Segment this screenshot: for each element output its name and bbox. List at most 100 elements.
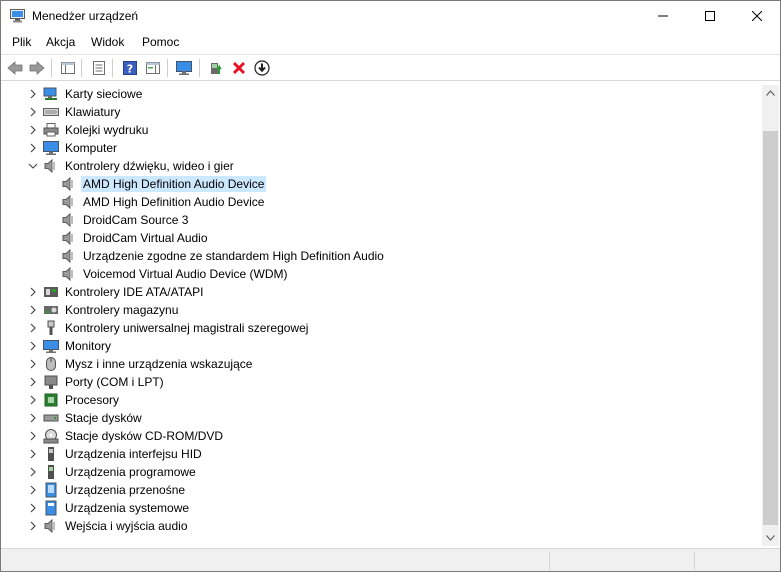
tree-device-item[interactable]: Urządzenie zgodne ze standardem High Def… bbox=[81, 248, 386, 264]
action-pane-icon bbox=[146, 62, 160, 74]
chevron-right-icon[interactable] bbox=[27, 340, 39, 352]
speaker-icon bbox=[62, 212, 73, 228]
tree-category-item[interactable]: Mysz i inne urządzenia wskazujące bbox=[63, 356, 254, 372]
menu-file[interactable]: Plik bbox=[12, 35, 31, 49]
chevron-right-icon[interactable] bbox=[27, 412, 39, 424]
chevron-down-icon[interactable] bbox=[27, 160, 39, 172]
status-bar bbox=[1, 548, 780, 571]
back-button[interactable] bbox=[5, 58, 25, 78]
tree-category-item[interactable]: Klawiatury bbox=[63, 104, 122, 120]
help-icon: ? bbox=[123, 61, 137, 76]
tree-category-item[interactable]: Kontrolery dźwięku, wideo i gier bbox=[63, 158, 236, 174]
tree-category-item[interactable]: Karty sieciowe bbox=[63, 86, 144, 102]
chevron-right-icon[interactable] bbox=[27, 394, 39, 406]
menu-bar: Plik Akcja Widok Pomoc bbox=[1, 32, 780, 54]
update-driver-button[interactable] bbox=[206, 58, 226, 78]
tree-device-item[interactable]: AMD High Definition Audio Device bbox=[81, 176, 267, 192]
remove-x-icon bbox=[232, 61, 246, 75]
tree-category-item[interactable]: Kontrolery magazynu bbox=[63, 302, 180, 318]
chevron-right-icon[interactable] bbox=[27, 448, 39, 460]
status-divider bbox=[694, 552, 695, 570]
tree-category-item[interactable]: Urządzenia programowe bbox=[63, 464, 198, 480]
device-manager-window: Menedżer urządzeń Plik Akcja Widok Pomoc bbox=[0, 0, 781, 572]
chevron-right-icon[interactable] bbox=[27, 376, 39, 388]
chevron-right-icon[interactable] bbox=[27, 430, 39, 442]
maximize-button[interactable] bbox=[687, 1, 733, 31]
audio-io-icon bbox=[44, 518, 55, 534]
tree-category-item[interactable]: Urządzenia interfejsu HID bbox=[63, 446, 204, 462]
scroll-down-icon[interactable] bbox=[766, 535, 775, 541]
tree-device-item[interactable]: AMD High Definition Audio Device bbox=[81, 194, 266, 210]
help-button[interactable]: ? bbox=[120, 58, 140, 78]
chevron-right-icon[interactable] bbox=[27, 106, 39, 118]
minimize-icon bbox=[658, 15, 668, 17]
software-device-icon bbox=[48, 465, 54, 479]
vertical-scrollbar[interactable] bbox=[762, 85, 779, 546]
menu-view[interactable]: Widok bbox=[91, 35, 124, 49]
properties-icon bbox=[93, 61, 105, 75]
forward-arrow-icon bbox=[29, 61, 45, 75]
monitor-icon bbox=[43, 340, 59, 353]
tree-category-item[interactable]: Urządzenia przenośne bbox=[63, 482, 187, 498]
portable-device-icon bbox=[45, 482, 57, 498]
chevron-right-icon[interactable] bbox=[27, 124, 39, 136]
tree-category-item[interactable]: Kontrolery IDE ATA/ATAPI bbox=[63, 284, 206, 300]
console-tree-icon bbox=[61, 62, 75, 74]
toolbar-separator bbox=[51, 59, 52, 77]
show-hide-console-tree-button[interactable] bbox=[58, 58, 78, 78]
chevron-right-icon[interactable] bbox=[27, 358, 39, 370]
chevron-right-icon[interactable] bbox=[27, 502, 39, 514]
chevron-right-icon[interactable] bbox=[27, 304, 39, 316]
speaker-icon bbox=[62, 194, 73, 210]
device-tree[interactable]: Karty sieciowe Klawiatury Kolejki wydruku K… bbox=[2, 85, 762, 546]
chevron-right-icon[interactable] bbox=[27, 466, 39, 478]
usb-icon bbox=[47, 320, 55, 335]
uninstall-device-button[interactable] bbox=[229, 58, 249, 78]
chevron-right-icon[interactable] bbox=[27, 286, 39, 298]
scan-hardware-button[interactable] bbox=[174, 58, 194, 78]
keyboard-icon bbox=[43, 108, 59, 116]
tree-category-item[interactable]: Urządzenia systemowe bbox=[63, 500, 191, 516]
chevron-right-icon[interactable] bbox=[27, 520, 39, 532]
scroll-up-icon[interactable] bbox=[766, 90, 775, 96]
show-action-pane-button[interactable] bbox=[143, 58, 163, 78]
scrollbar-thumb[interactable] bbox=[763, 131, 778, 525]
ide-controller-icon bbox=[44, 287, 58, 297]
forward-button[interactable] bbox=[27, 58, 47, 78]
tree-category-item[interactable]: Kolejki wydruku bbox=[63, 122, 150, 138]
tree-category-item[interactable]: Procesory bbox=[63, 392, 121, 408]
chevron-right-icon[interactable] bbox=[27, 322, 39, 334]
enable-device-button[interactable] bbox=[252, 58, 272, 78]
monitor-scan-icon bbox=[176, 61, 192, 75]
tree-device-item[interactable]: DroidCam Source 3 bbox=[81, 212, 190, 228]
chevron-right-icon[interactable] bbox=[27, 484, 39, 496]
disk-drive-icon bbox=[43, 414, 59, 422]
maximize-icon bbox=[705, 11, 715, 21]
toolbar-separator bbox=[199, 59, 200, 77]
tree-category-item[interactable]: Monitory bbox=[63, 338, 113, 354]
mouse-icon bbox=[46, 357, 56, 371]
menu-help[interactable]: Pomoc bbox=[142, 35, 179, 49]
minimize-button[interactable] bbox=[640, 1, 686, 31]
title-bar[interactable]: Menedżer urządzeń bbox=[1, 1, 780, 31]
toolbar-separator bbox=[167, 59, 168, 77]
window-title: Menedżer urządzeń bbox=[32, 9, 139, 23]
tree-category-item[interactable]: Stacje dysków bbox=[63, 410, 144, 426]
tree-category-item[interactable]: Wejścia i wyjścia audio bbox=[63, 518, 190, 534]
speaker-icon bbox=[62, 176, 73, 192]
chevron-right-icon[interactable] bbox=[27, 142, 39, 154]
status-divider bbox=[549, 552, 550, 570]
menu-action[interactable]: Akcja bbox=[46, 35, 75, 49]
hid-icon bbox=[48, 447, 54, 461]
tree-device-item[interactable]: DroidCam Virtual Audio bbox=[81, 230, 210, 246]
tree-category-item[interactable]: Kontrolery uniwersalnej magistrali szere… bbox=[63, 320, 310, 336]
tree-category-item[interactable]: Stacje dysków CD-ROM/DVD bbox=[63, 428, 225, 444]
speaker-icon bbox=[62, 248, 73, 264]
close-button[interactable] bbox=[734, 1, 780, 31]
tree-device-item[interactable]: Voicemod Virtual Audio Device (WDM) bbox=[81, 266, 290, 282]
system-device-icon bbox=[45, 500, 57, 516]
tree-category-item[interactable]: Komputer bbox=[63, 140, 119, 156]
tree-category-item[interactable]: Porty (COM i LPT) bbox=[63, 374, 166, 390]
properties-button[interactable] bbox=[89, 58, 109, 78]
chevron-right-icon[interactable] bbox=[27, 88, 39, 100]
